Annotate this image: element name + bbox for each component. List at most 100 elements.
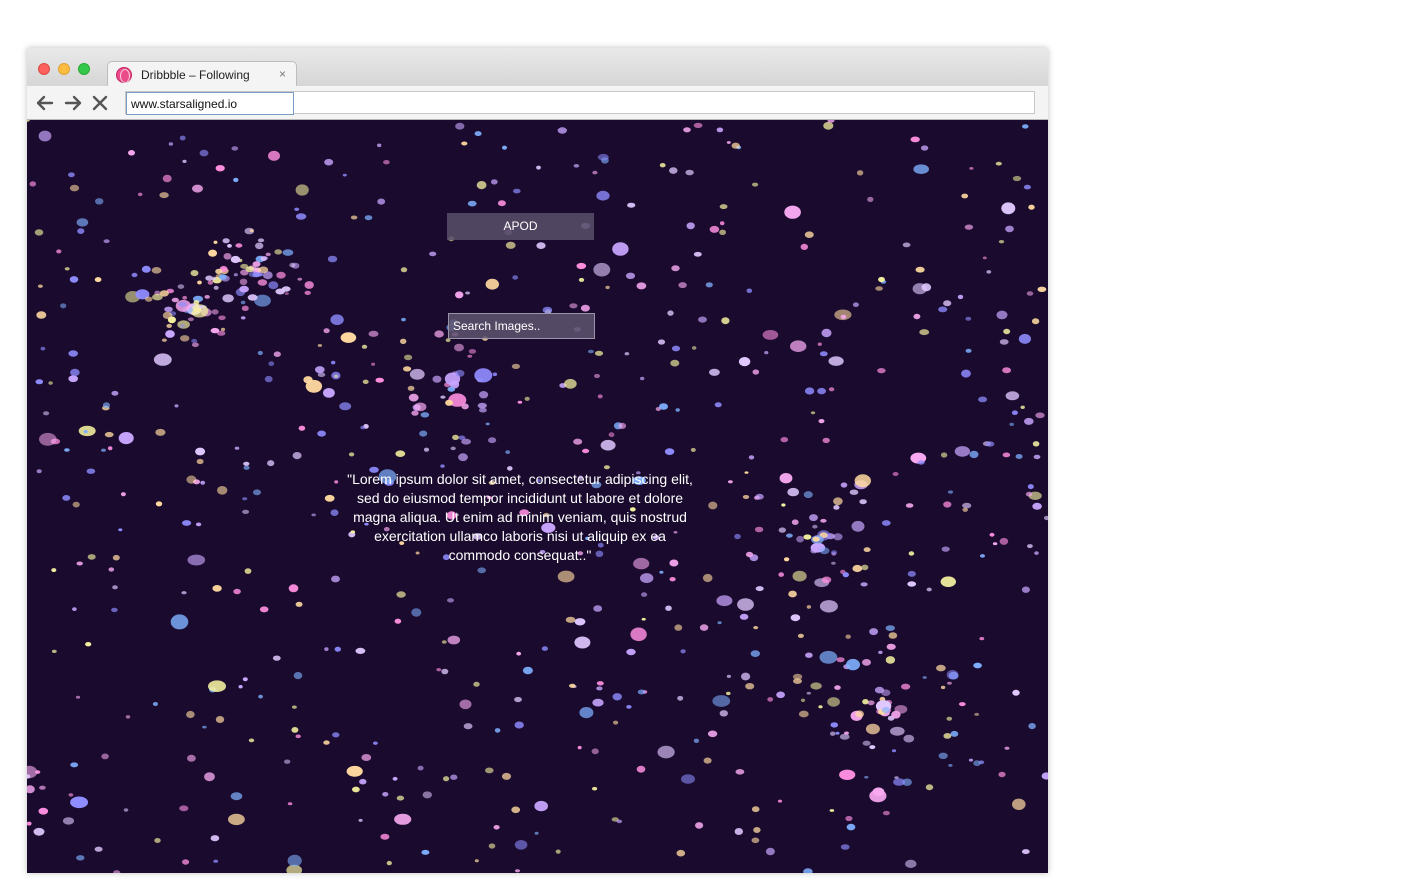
apod-button[interactable]: APOD (447, 213, 594, 240)
star (1024, 417, 1034, 425)
star (803, 868, 813, 873)
star (885, 625, 895, 631)
star (565, 616, 576, 623)
star (862, 740, 871, 746)
star (905, 503, 914, 508)
star (1005, 391, 1020, 401)
star (361, 344, 368, 349)
star (171, 297, 179, 303)
star (1012, 175, 1022, 182)
star (162, 174, 172, 183)
star (600, 439, 616, 451)
window-maximize-button[interactable] (78, 63, 90, 75)
star (727, 480, 733, 484)
star (375, 377, 384, 383)
star (1022, 124, 1029, 129)
star (790, 340, 807, 352)
browser-tab[interactable]: Dribbble – Following × (107, 61, 297, 87)
star (659, 163, 666, 168)
star (257, 279, 268, 286)
star (477, 567, 487, 574)
star (154, 838, 161, 843)
star (324, 158, 334, 166)
star (68, 350, 78, 357)
star (440, 395, 446, 399)
star (946, 669, 959, 680)
star (511, 363, 520, 369)
star (235, 243, 243, 248)
star (348, 452, 355, 457)
address-bar[interactable] (125, 91, 1035, 115)
star (597, 394, 603, 399)
star (304, 281, 314, 289)
star (441, 668, 449, 675)
star (83, 430, 88, 434)
star (215, 716, 225, 723)
star (276, 271, 286, 279)
star (780, 437, 789, 443)
star (409, 368, 425, 380)
star (230, 792, 243, 801)
star (417, 765, 424, 771)
star (64, 448, 70, 452)
star (380, 833, 390, 840)
star (186, 710, 195, 719)
star (792, 570, 807, 582)
star (243, 465, 250, 470)
star (295, 184, 309, 196)
window-minimize-button[interactable] (58, 63, 70, 75)
star (400, 267, 408, 273)
star (1032, 441, 1040, 447)
star (714, 402, 722, 408)
star (36, 311, 47, 319)
url-input[interactable] (126, 92, 294, 115)
star (200, 480, 206, 485)
star (288, 584, 299, 593)
star (38, 807, 49, 815)
star (982, 256, 987, 260)
star (612, 693, 622, 701)
star (593, 262, 611, 277)
forward-button[interactable] (63, 93, 83, 113)
star (419, 430, 428, 437)
arrow-right-icon (64, 95, 82, 111)
star (522, 666, 533, 675)
star (707, 730, 718, 738)
star (303, 376, 313, 384)
star (745, 551, 754, 558)
star (703, 757, 712, 764)
window-close-button[interactable] (38, 63, 50, 75)
star (962, 507, 968, 512)
star (1012, 689, 1020, 696)
star (112, 585, 118, 590)
star (669, 167, 678, 174)
star (1020, 405, 1025, 409)
star (76, 855, 85, 861)
search-input[interactable] (448, 313, 595, 339)
star (708, 501, 718, 510)
tab-title: Dribbble – Following (141, 68, 250, 82)
star (485, 422, 490, 426)
star (392, 776, 398, 781)
star (233, 273, 238, 277)
star (159, 192, 169, 199)
star (107, 446, 113, 451)
star (241, 305, 249, 311)
star (986, 270, 992, 274)
star (37, 284, 43, 288)
star (128, 150, 135, 156)
star (765, 847, 775, 856)
star (182, 520, 192, 526)
star (862, 699, 869, 705)
star (494, 728, 501, 733)
star (839, 769, 856, 780)
star (915, 266, 925, 273)
stop-button[interactable] (90, 93, 110, 113)
star (979, 637, 985, 641)
back-button[interactable] (35, 93, 55, 113)
star (1035, 412, 1045, 419)
star (317, 430, 326, 437)
tab-close-icon[interactable]: × (279, 67, 286, 81)
star (474, 368, 493, 383)
star (264, 375, 273, 383)
